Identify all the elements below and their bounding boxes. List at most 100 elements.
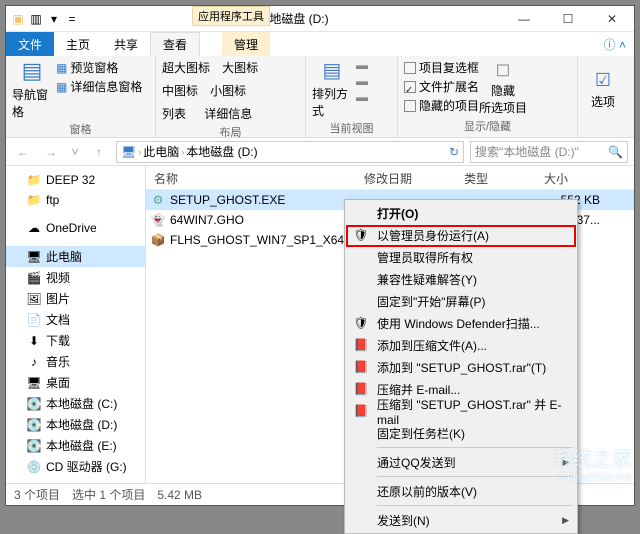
col-type[interactable]: 类型 [456,166,536,189]
breadcrumb-root[interactable]: 此电脑 [143,143,179,160]
manage-tab[interactable]: 管理 [222,32,270,56]
list-view-button[interactable]: 列表 [162,105,186,122]
refresh-icon[interactable]: ↻ [449,145,459,159]
l-icons-button[interactable]: 大图标 [222,59,258,76]
context-menu-item[interactable]: 🛡使用 Windows Defender扫描... [347,312,575,334]
context-menu-item[interactable]: 📕压缩到 "SETUP_GHOST.rar" 并 E-mail [347,400,575,422]
pc-icon: 🖥 [121,145,136,159]
tree-node[interactable]: 🖥此电脑 [6,246,145,267]
tree-node[interactable]: 🎬视频 [6,267,145,288]
groupby-icon[interactable]: ▬ [356,58,368,72]
submenu-arrow-icon: ▶ [562,457,569,468]
sizecol-icon[interactable]: ▬ [356,90,368,104]
context-menu-item[interactable]: 🛡以管理员身份运行(A) [347,224,575,246]
tree-node[interactable]: 📄文档 [6,309,145,330]
up-button[interactable]: ↑ [88,141,110,163]
selection-count: 选中 1 个项目 [72,486,145,503]
s-icons-button[interactable]: 小图标 [210,82,246,99]
col-date[interactable]: 修改日期 [356,166,456,189]
context-menu-item[interactable]: 固定到任务栏(K) [347,422,575,444]
gho-icon: 👻 [150,212,166,228]
forward-button[interactable]: → [40,141,62,163]
nav-pane-icon: ▤ [22,58,43,84]
addcol-icon[interactable]: ▬ [356,74,368,88]
sort-icon: ▤ [323,58,342,83]
col-name[interactable]: 名称 [146,166,356,189]
sort-button[interactable]: ▤ 排列方式 [312,58,352,119]
context-menu-item[interactable]: 通过QQ发送到▶ [347,451,575,473]
minimize-button[interactable]: — [502,6,546,32]
nav-pane-button[interactable]: ▤ 导航窗格 [12,58,52,120]
onedrive-icon: ☁ [26,220,42,236]
details-view-button[interactable]: 详细信息 [204,105,252,122]
file-tab[interactable]: 文件 [6,32,54,56]
pc-icon: 🖥 [26,249,42,265]
tree-node[interactable]: 📁ftp [6,190,145,210]
col-size[interactable]: 大小 [536,166,596,189]
context-menu-item[interactable]: 📕添加到压缩文件(A)... [347,334,575,356]
column-headers: 名称 修改日期 类型 大小 [146,166,634,190]
rar-icon: 📦 [150,232,166,248]
preview-pane-button[interactable]: ▦预览窗格 [56,58,142,77]
ribbon-help-icon[interactable]: ⓘ ˄ [604,36,626,53]
context-menu-item[interactable]: 发送到(N)▶ [347,509,575,531]
context-menu-item[interactable]: 兼容性疑难解答(Y) [347,268,575,290]
context-menu-item[interactable]: 打开(O) [347,202,575,224]
tree-node[interactable]: 💽本地磁盘 (D:) [6,414,145,435]
tree-node[interactable]: 💽本地磁盘 (E:) [6,435,145,456]
qat-customize-icon[interactable]: = [64,11,80,27]
quick-access-toolbar: ▣ ▥ ▾ = [6,11,84,27]
menu-separator [377,505,573,506]
search-input[interactable]: 搜索"本地磁盘 (D:)" 🔍 [470,141,628,163]
maximize-button[interactable]: ☐ [546,6,590,32]
disk-icon: 💽 [26,438,42,454]
ribbon: ▤ 导航窗格 ▦预览窗格 ▦详细信息窗格 窗格 超大图标 大图标 中图标 小图标… [6,56,634,138]
tree-node[interactable]: ☁OneDrive [6,218,145,238]
close-button[interactable]: ✕ [590,6,634,32]
home-tab[interactable]: 主页 [54,32,102,56]
breadcrumb[interactable]: 🖥 › 此电脑 › 本地磁盘 (D:) ↻ [116,141,464,163]
hide-selected-button[interactable]: ◻ 隐藏 所选项目 [483,58,523,117]
tree-node[interactable]: 📁DEEP 32 [6,170,145,190]
context-menu-item[interactable]: 管理员取得所有权 [347,246,575,268]
xl-icons-button[interactable]: 超大图标 [162,59,210,76]
context-menu-item[interactable]: 固定到"开始"屏幕(P) [347,290,575,312]
tree-node[interactable]: 🖥桌面 [6,372,145,393]
view-tab[interactable]: 查看 [150,32,200,56]
item-count: 3 个项目 [14,486,60,503]
tree-node[interactable]: ⬇下载 [6,330,145,351]
nav-tree[interactable]: 📁DEEP 32📁ftp ☁OneDrive 🖥此电脑🎬视频🖼图片📄文档⬇下载♪音乐… [6,166,146,483]
file-ext-toggle[interactable]: 文件扩展名 [404,77,479,96]
hide-icon: ◻ [496,59,511,80]
details-pane-button[interactable]: ▦详细信息窗格 [56,77,142,96]
exe-icon: ⚙ [150,192,166,208]
hidden-items-toggle[interactable]: 隐藏的项目 [404,96,479,115]
chevron-right-icon[interactable]: › [181,147,184,157]
context-menu-item[interactable]: 还原以前的版本(V) [347,480,575,502]
tree-node[interactable]: 💿CD 驱动器 (G:) [6,456,145,477]
tree-node[interactable]: 💽本地磁盘 (C:) [6,393,145,414]
tree-node[interactable]: 🖼图片 [6,288,145,309]
qat-new-folder-icon[interactable]: ▾ [46,11,62,27]
rar-icon: 📕 [353,403,369,419]
search-icon[interactable]: 🔍 [608,145,623,159]
context-menu[interactable]: 打开(O)🛡以管理员身份运行(A)管理员取得所有权兼容性疑难解答(Y)固定到"开… [344,199,578,534]
panes-group-label: 窗格 [12,120,149,138]
desktop-icon: 🖥 [26,375,42,391]
options-button[interactable]: ☑ 选项 [584,58,622,121]
chevron-right-icon[interactable]: › [138,147,141,157]
recent-button[interactable]: ˅ [68,141,82,163]
back-button[interactable]: ← [12,141,34,163]
m-icons-button[interactable]: 中图标 [162,82,198,99]
qat-props-icon[interactable]: ▥ [28,11,44,27]
share-tab[interactable]: 共享 [102,32,150,56]
item-checkboxes-toggle[interactable]: 项目复选框 [404,58,479,77]
context-tab-label: 应用程序工具 [192,6,270,26]
tree-node[interactable]: ♪音乐 [6,351,145,372]
breadcrumb-loc[interactable]: 本地磁盘 (D:) [186,143,257,160]
disk-icon: 💽 [26,417,42,433]
music-icon: ♪ [26,354,42,370]
context-menu-item[interactable]: 📕添加到 "SETUP_GHOST.rar"(T) [347,356,575,378]
rar-icon: 📕 [353,381,369,397]
video-icon: 🎬 [26,270,42,286]
